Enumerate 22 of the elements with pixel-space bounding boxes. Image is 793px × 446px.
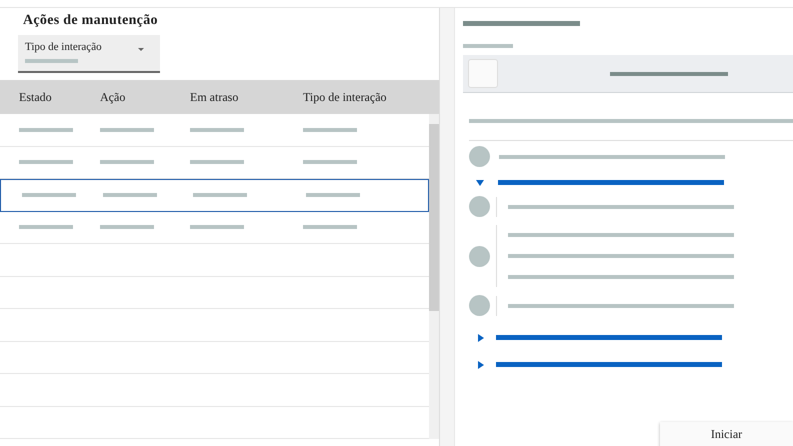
- filter-dropdown[interactable]: Tipo de interação: [18, 35, 160, 73]
- table-row[interactable]: [0, 179, 430, 212]
- scrollbar[interactable]: [429, 114, 440, 439]
- start-button[interactable]: Iniciar: [660, 422, 793, 446]
- section-link[interactable]: [496, 362, 722, 367]
- column-header: Ação: [100, 90, 126, 104]
- expand-icon[interactable]: [478, 334, 484, 342]
- placeholder-square: [468, 59, 498, 88]
- expand-icon[interactable]: [478, 360, 484, 368]
- caret-icon: [138, 48, 144, 51]
- placeholder-circle: [469, 196, 490, 217]
- column-header: Estado: [19, 90, 53, 104]
- column-header: Tipo de interação: [303, 90, 388, 104]
- page-title: Ações de manutenção: [23, 13, 159, 29]
- splitter[interactable]: [439, 8, 455, 446]
- placeholder-circle: [469, 146, 490, 167]
- section-link[interactable]: [496, 335, 722, 340]
- section-link[interactable]: [498, 180, 724, 185]
- placeholder-circle: [469, 246, 490, 266]
- placeholder-circle: [469, 295, 490, 316]
- column-header: Em atraso: [190, 90, 240, 104]
- collapse-icon[interactable]: [476, 180, 484, 186]
